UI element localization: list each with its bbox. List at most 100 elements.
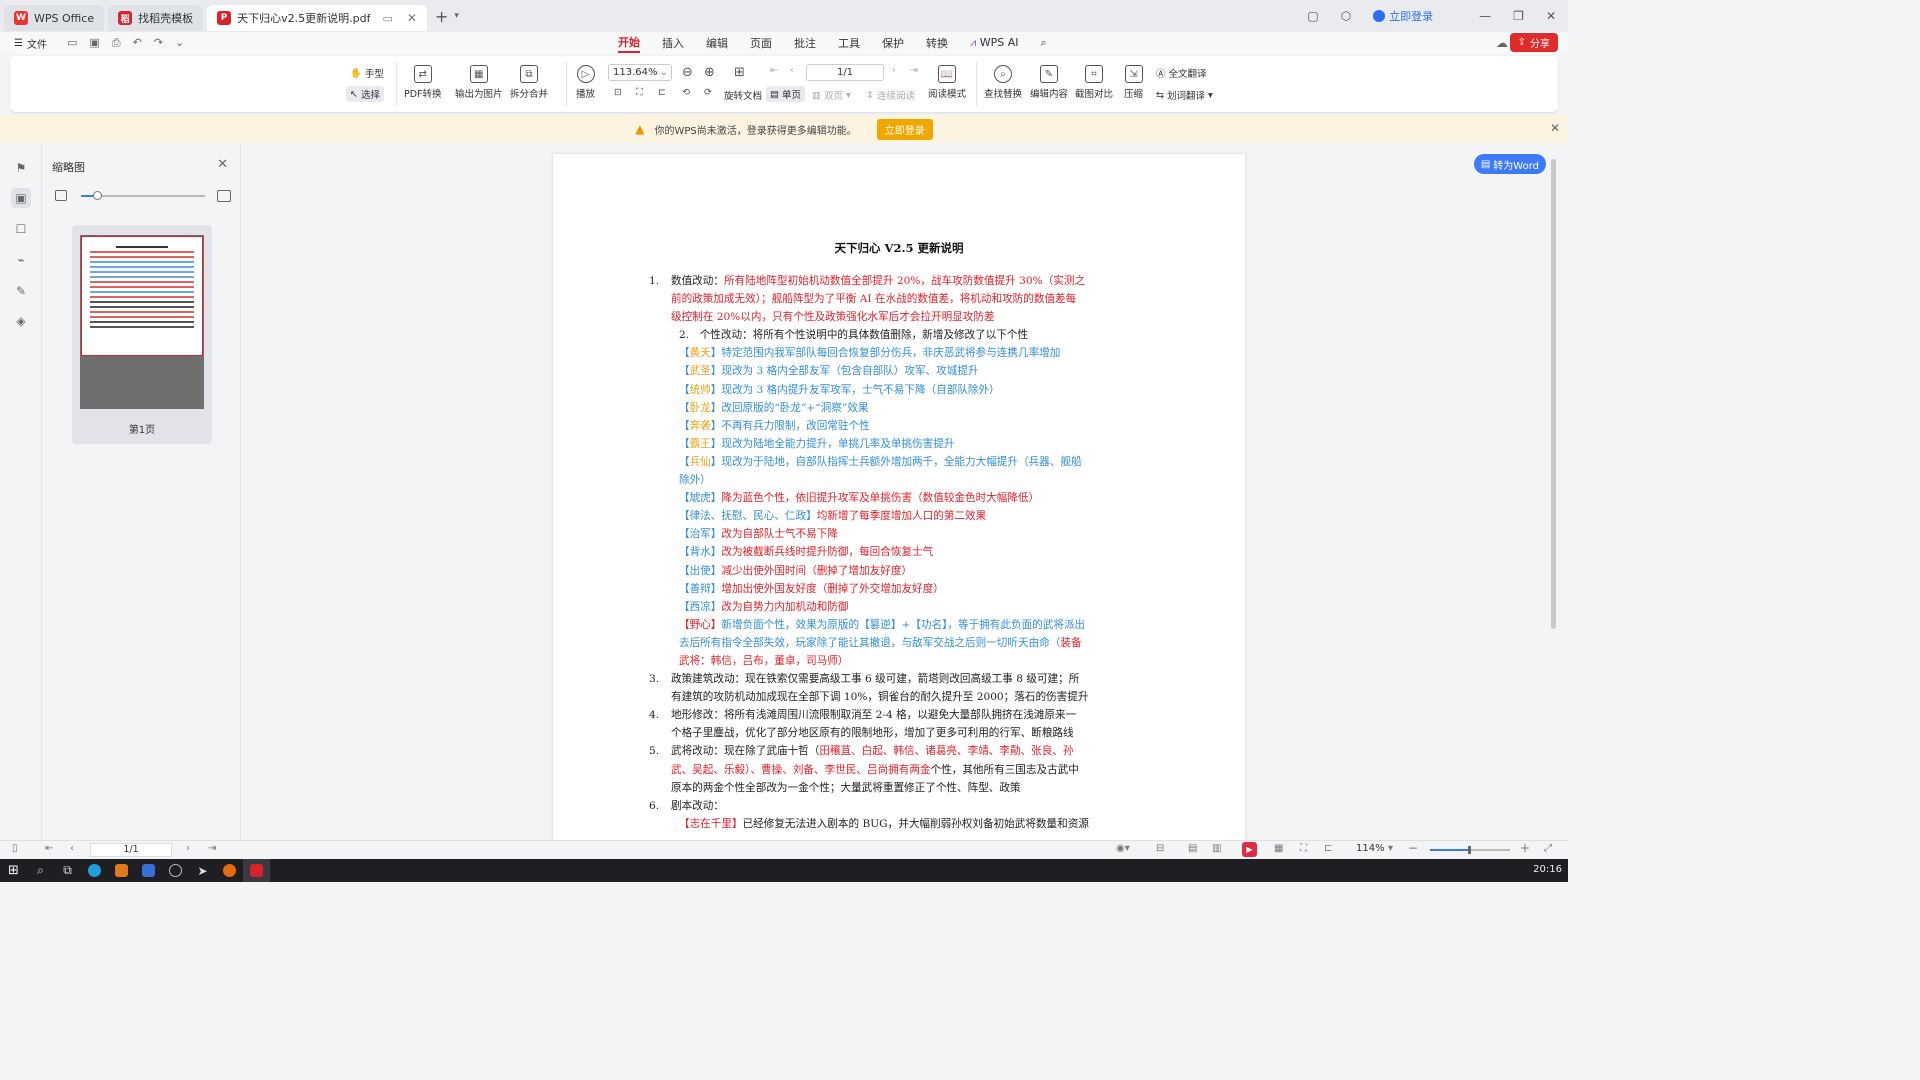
thumbnail-close-icon[interactable]: ✕ <box>217 157 228 172</box>
select-tool-button[interactable]: ↖ 选择 <box>346 86 384 102</box>
bookmark-icon[interactable]: ⚑ <box>11 158 31 178</box>
read-mode-button[interactable]: 📖 阅读模式 <box>928 65 966 100</box>
app-blue-icon[interactable] <box>135 859 162 882</box>
monitor-icon[interactable]: ▭ <box>382 12 392 25</box>
fit-icon[interactable]: ⊟ <box>1156 843 1164 854</box>
screenshot-compare-button[interactable]: ⌗ 截图对比 <box>1075 65 1113 100</box>
find-replace-button[interactable]: ⌕ 查找替换 <box>984 65 1022 100</box>
page-thumbnail[interactable]: 第1页 <box>72 225 212 444</box>
more-chevron-icon[interactable]: ⌄ <box>175 36 184 50</box>
status-fit-page-icon[interactable]: ⛶ <box>1300 843 1307 854</box>
tab-list-chevron-icon[interactable]: ▾ <box>454 11 459 21</box>
restore-icon[interactable]: ❐ <box>1513 9 1524 23</box>
app-arrow-icon[interactable]: ➤ <box>189 859 216 882</box>
status-zoom-chevron-icon[interactable]: ▾ <box>1388 843 1393 854</box>
double-view-icon[interactable]: ▥ <box>1212 843 1221 854</box>
fit-width-icon[interactable]: ⊡ <box>614 87 622 98</box>
page-number-input[interactable]: 1/1 <box>806 64 884 81</box>
status-page-input[interactable]: 1/1 <box>90 843 172 857</box>
minimize-icon[interactable]: — <box>1479 9 1491 23</box>
wps-taskbar-icon[interactable] <box>243 859 270 882</box>
edit-content-button[interactable]: ✎ 编辑内容 <box>1030 65 1068 100</box>
sidebar-toggle-icon[interactable]: ▯ <box>12 843 18 854</box>
thumbnail-icon[interactable]: ▣ <box>11 188 31 208</box>
single-page-button[interactable]: ▤ 单页 <box>766 86 805 102</box>
save-icon[interactable]: ▣ <box>89 36 99 50</box>
app-round-orange-icon[interactable] <box>216 859 243 882</box>
pdf-convert-button[interactable]: ⇄ PDF转换 <box>404 65 442 100</box>
comment-icon[interactable]: ☐ <box>11 219 31 239</box>
ribbon-tab-page[interactable]: 页面 <box>750 35 772 51</box>
share-button[interactable]: ⇪ 分享 <box>1509 33 1558 52</box>
redo-icon[interactable]: ↷ <box>154 36 163 50</box>
ribbon-tab-tools[interactable]: 工具 <box>838 35 860 51</box>
first-page-icon[interactable]: ⇤ <box>770 65 778 76</box>
status-play-icon[interactable]: ▶ <box>1242 842 1257 857</box>
app-circle-icon[interactable] <box>162 859 189 882</box>
convert-to-word-button[interactable]: ▤ 转为Word <box>1473 154 1546 174</box>
crop-page-icon[interactable]: ⊞ <box>734 65 745 80</box>
pdf-page[interactable]: 天下归心 V2.5 更新说明 1. 数值改动：所有陆地阵型初始机动数值全部提升 2… <box>553 154 1245 840</box>
hand-tool-button[interactable]: ✋ 手型 <box>350 66 384 81</box>
signature-icon[interactable]: ✎ <box>11 281 31 301</box>
document-viewer[interactable]: 天下归心 V2.5 更新说明 1. 数值改动：所有陆地阵型初始机动数值全部提升 2… <box>242 145 1558 840</box>
double-page-button[interactable]: ▥ 双页 ▾ <box>812 88 851 103</box>
file-menu[interactable]: ☰ 文件 <box>14 36 47 51</box>
layers-icon[interactable]: ◈ <box>11 311 31 331</box>
play-button[interactable]: ▷ 播放 <box>576 65 595 100</box>
prev-page-icon[interactable]: ‹ <box>790 65 794 76</box>
attachment-icon[interactable]: ⌁ <box>11 250 31 270</box>
status-zoom-in-icon[interactable]: + <box>1520 841 1530 855</box>
full-translate-button[interactable]: Ⓐ 全文翻译 <box>1156 66 1207 80</box>
tab-wps-office[interactable]: W WPS Office <box>4 5 105 31</box>
layout-icon[interactable]: ▢ <box>1307 9 1318 23</box>
app-orange-icon[interactable] <box>108 859 135 882</box>
document-body[interactable]: 1. 数值改动：所有陆地阵型初始机动数值全部提升 20%，战车攻防数值提升 30%… <box>649 272 1147 833</box>
next-page-icon[interactable]: › <box>892 65 896 76</box>
undo-icon[interactable]: ↶ <box>133 36 142 50</box>
tab-document[interactable]: P 天下归心v2.5更新说明.pdf ▭ ✕ <box>207 5 427 31</box>
cloud-icon[interactable]: ☁ <box>1496 36 1508 50</box>
new-tab-icon[interactable]: + <box>435 7 448 26</box>
last-page-icon[interactable]: ⇥ <box>910 65 918 76</box>
export-image-button[interactable]: ▦ 输出为图片 <box>455 65 503 100</box>
tab-template[interactable]: 稻 找稻壳模板 <box>108 5 204 31</box>
status-first-page-icon[interactable]: ⇤ <box>45 843 53 854</box>
zoom-out-icon[interactable]: ⊖ <box>682 65 693 80</box>
zoom-in-icon[interactable]: ⊕ <box>704 65 715 80</box>
thumbnail-size-slider[interactable] <box>55 189 231 203</box>
edge-icon[interactable] <box>81 859 108 882</box>
continuous-read-button[interactable]: ⇕ 连续阅读 <box>866 88 915 103</box>
tab-close-icon[interactable]: ✕ <box>407 11 417 25</box>
ribbon-tab-protect[interactable]: 保护 <box>882 35 904 51</box>
ribbon-tab-convert[interactable]: 转换 <box>926 35 948 51</box>
status-last-page-icon[interactable]: ⇥ <box>208 843 216 854</box>
single-view-icon[interactable]: ▤ <box>1188 843 1197 854</box>
login-link[interactable]: 立即登录 <box>1373 8 1433 24</box>
rotate-document-button[interactable]: 旋转文档 <box>724 88 762 102</box>
fullscreen-icon[interactable]: ⤢ <box>1544 843 1552 854</box>
status-layout-icon[interactable]: ▦ <box>1274 843 1283 854</box>
close-window-icon[interactable]: ✕ <box>1546 9 1556 23</box>
status-zoom-out-icon[interactable]: − <box>1408 841 1418 855</box>
actual-size-icon[interactable]: ⊏ <box>658 87 666 98</box>
split-merge-button[interactable]: ⧉ 拆分合并 <box>510 65 548 100</box>
status-actual-size-icon[interactable]: ⊏ <box>1324 843 1332 854</box>
notice-login-button[interactable]: 立即登录 <box>876 118 933 140</box>
compress-button[interactable]: ⇲ 压缩 <box>1124 65 1143 100</box>
open-folder-icon[interactable]: ▭ <box>67 36 77 50</box>
ribbon-tab-insert[interactable]: 插入 <box>662 35 684 51</box>
ribbon-tab-home[interactable]: 开始 <box>618 34 640 53</box>
fit-page-icon[interactable]: ⛶ <box>636 87 643 98</box>
vertical-scrollbar[interactable] <box>1551 159 1556 629</box>
cube-icon[interactable]: ⬡ <box>1341 9 1351 23</box>
search-icon[interactable]: ⌕ <box>1040 36 1046 50</box>
ribbon-tab-wps-ai[interactable]: ⩘ WPS AI <box>970 36 1018 50</box>
status-zoom-slider[interactable] <box>1430 846 1510 854</box>
taskbar-search-icon[interactable]: ⌕ <box>27 859 54 882</box>
print-icon[interactable]: ⎙ <box>112 36 121 50</box>
status-zoom-value[interactable]: 114% <box>1356 843 1385 854</box>
slider-knob[interactable] <box>93 191 102 200</box>
task-view-icon[interactable]: ⧉ <box>54 859 81 882</box>
status-next-page-icon[interactable]: › <box>186 843 190 854</box>
